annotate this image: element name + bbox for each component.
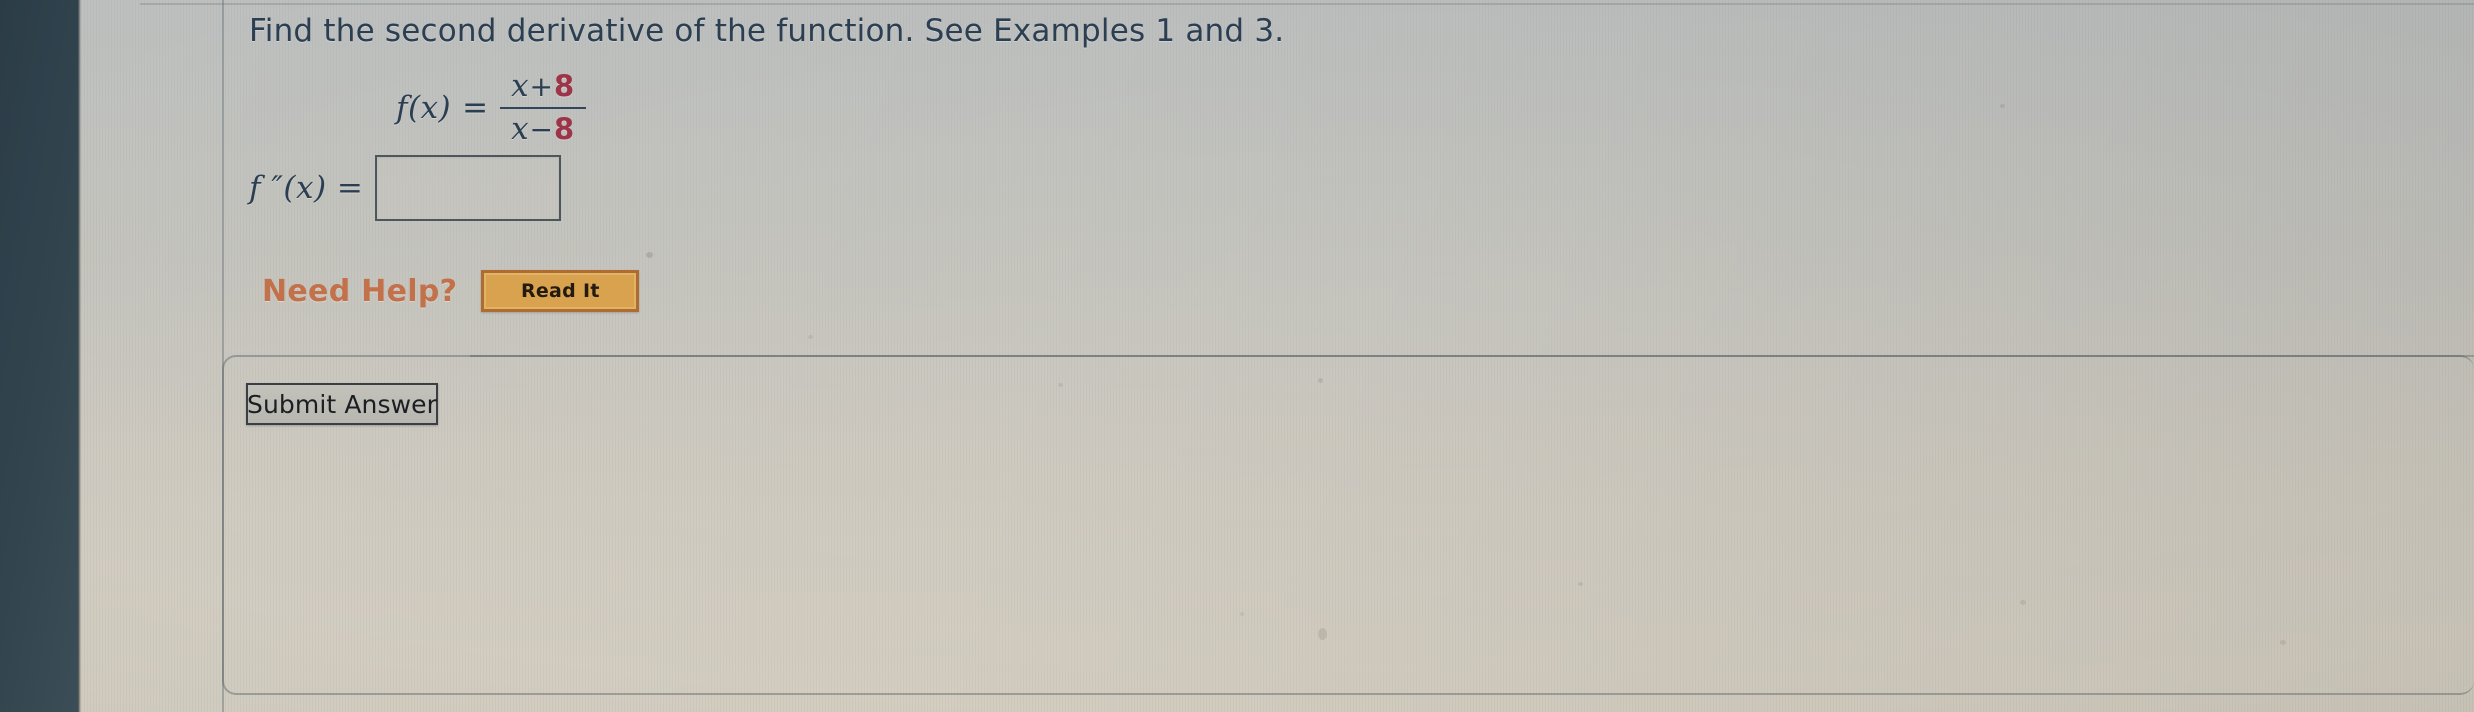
submit-answer-button[interactable]: Submit Answer (246, 383, 438, 425)
dust-speck (1058, 383, 1063, 387)
dust-speck (1578, 582, 1583, 586)
equation-fraction: x+8 x−8 (500, 68, 587, 148)
equation-equals-sign: = (462, 90, 489, 126)
read-it-button-label: Read It (520, 280, 600, 302)
dust-speck (808, 335, 813, 339)
question-content: Find the second derivative of the functi… (0, 0, 2474, 712)
denominator-variable: x (511, 111, 530, 147)
equation-lhs: f(x) (396, 90, 452, 126)
submit-panel (222, 355, 2474, 695)
submit-answer-label: Submit Answer (247, 389, 438, 419)
fraction-denominator: x−8 (505, 111, 581, 148)
need-help-row: Need Help? Read It (262, 270, 640, 312)
panel-top-divider (470, 355, 2474, 357)
need-help-label: Need Help? (262, 273, 458, 309)
denominator-number: 8 (554, 112, 576, 146)
dust-speck (646, 252, 653, 258)
dust-speck (2280, 640, 2286, 645)
fraction-numerator: x+8 (505, 68, 581, 105)
dust-speck (1240, 612, 1244, 616)
page-title: Find the second derivative of the functi… (249, 13, 1285, 49)
numerator-variable: x (511, 68, 530, 104)
fraction-bar (500, 107, 587, 109)
answer-input[interactable] (375, 155, 562, 221)
answer-label: f ″(x) = (249, 170, 364, 206)
numerator-number: 8 (554, 69, 576, 103)
answer-row: f ″(x) = (249, 155, 562, 221)
read-it-button[interactable]: Read It (481, 270, 640, 312)
dust-speck (2020, 600, 2026, 605)
denominator-operator: − (529, 113, 555, 146)
dust-speck (2000, 104, 2005, 108)
dust-speck (1318, 628, 1327, 640)
dust-speck (1318, 378, 1323, 383)
function-equation: f(x) = x+8 x−8 (396, 68, 587, 148)
numerator-operator: + (529, 70, 555, 103)
